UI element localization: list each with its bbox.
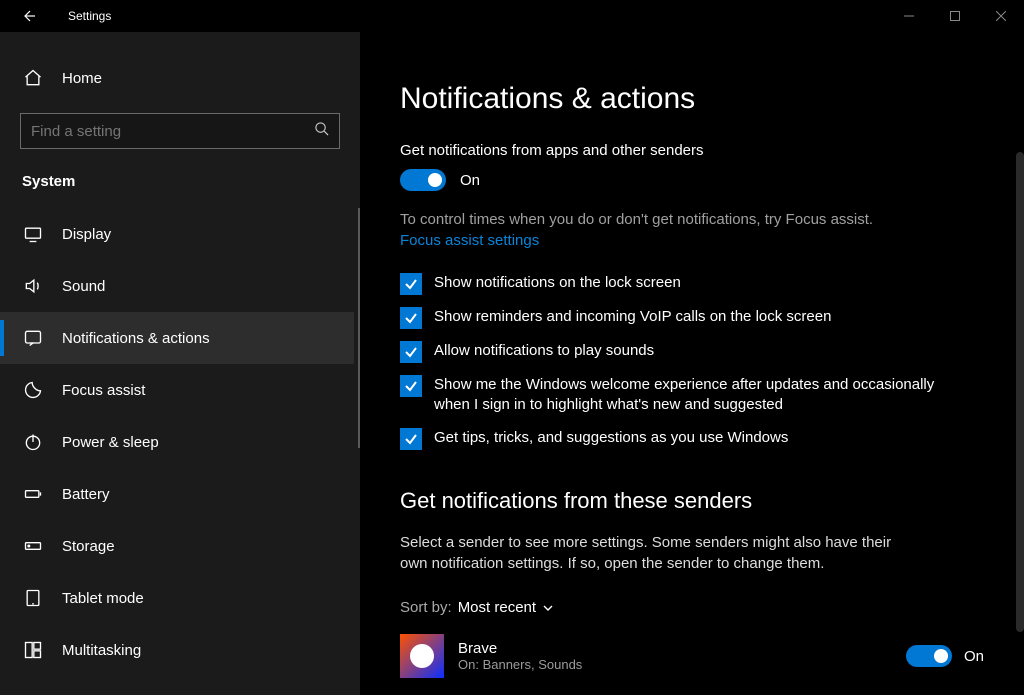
brave-app-icon — [400, 634, 444, 678]
nav-item-label: Sound — [62, 278, 105, 295]
maximize-icon — [950, 11, 960, 21]
window-title: Settings — [48, 9, 111, 23]
sender-toggle-state: On — [964, 648, 984, 665]
back-button[interactable] — [8, 0, 48, 32]
check-lock-screen[interactable]: Show notifications on the lock screen — [400, 273, 940, 295]
page-title: Notifications & actions — [400, 82, 984, 116]
check-list: Show notifications on the lock screen Sh… — [400, 273, 940, 450]
main-toggle-state: On — [460, 172, 480, 189]
check-label: Allow notifications to play sounds — [434, 341, 654, 361]
close-icon — [996, 11, 1006, 21]
checkbox-checked-icon — [400, 428, 422, 450]
battery-icon — [22, 483, 44, 505]
home-label: Home — [62, 70, 102, 87]
main-toggle[interactable] — [400, 169, 446, 191]
check-tips-tricks[interactable]: Get tips, tricks, and suggestions as you… — [400, 428, 940, 450]
sender-subtext: On: Banners, Sounds — [458, 657, 892, 672]
check-welcome-experience[interactable]: Show me the Windows welcome experience a… — [400, 375, 940, 416]
tablet-icon — [22, 587, 44, 609]
checkbox-checked-icon — [400, 341, 422, 363]
nav-item-storage[interactable]: Storage — [0, 520, 354, 572]
nav-item-sound[interactable]: Sound — [0, 260, 354, 312]
nav-item-battery[interactable]: Battery — [0, 468, 354, 520]
close-button[interactable] — [978, 0, 1024, 32]
title-bar: Settings — [0, 0, 1024, 32]
sort-value: Most recent — [458, 599, 554, 616]
nav-item-tablet-mode[interactable]: Tablet mode — [0, 572, 354, 624]
sender-info: Brave On: Banners, Sounds — [458, 640, 892, 672]
check-play-sounds[interactable]: Allow notifications to play sounds — [400, 341, 940, 363]
nav-item-label: Focus assist — [62, 382, 145, 399]
nav-item-label: Storage — [62, 538, 115, 555]
sender-row-brave[interactable]: Brave On: Banners, Sounds On — [400, 634, 984, 678]
display-icon — [22, 223, 44, 245]
nav-item-notifications[interactable]: Notifications & actions — [0, 312, 354, 364]
arrow-left-icon — [20, 8, 36, 24]
check-reminders-voip[interactable]: Show reminders and incoming VoIP calls o… — [400, 307, 940, 329]
search-icon — [314, 121, 329, 141]
checkbox-checked-icon — [400, 307, 422, 329]
window-controls — [886, 0, 1024, 32]
multitasking-icon — [22, 639, 44, 661]
checkbox-checked-icon — [400, 273, 422, 295]
chevron-down-icon — [542, 602, 554, 614]
focus-assist-link[interactable]: Focus assist settings — [400, 232, 984, 249]
nav-item-power-sleep[interactable]: Power & sleep — [0, 416, 354, 468]
main-toggle-row: On — [400, 169, 984, 191]
checkbox-checked-icon — [400, 375, 422, 397]
search-input-wrap[interactable] — [20, 113, 340, 149]
focus-assist-hint: To control times when you do or don't ge… — [400, 209, 984, 230]
sidebar: Home System Display — [0, 32, 360, 695]
check-label: Show reminders and incoming VoIP calls o… — [434, 307, 831, 327]
nav-item-label: Battery — [62, 486, 110, 503]
storage-icon — [22, 535, 44, 557]
home-button[interactable]: Home — [0, 57, 360, 99]
content-area: Notifications & actions Get notification… — [360, 32, 1024, 695]
sound-icon — [22, 275, 44, 297]
sort-label: Sort by: — [400, 599, 452, 616]
nav-item-multitasking[interactable]: Multitasking — [0, 624, 354, 676]
nav-list: Display Sound Notifications & actions — [0, 208, 354, 676]
power-icon — [22, 431, 44, 453]
sender-toggle-group: On — [906, 645, 984, 667]
content-scrollbar[interactable] — [1016, 152, 1024, 632]
nav-item-label: Notifications & actions — [62, 330, 210, 347]
nav-item-label: Display — [62, 226, 111, 243]
check-label: Show notifications on the lock screen — [434, 273, 681, 293]
check-label: Show me the Windows welcome experience a… — [434, 375, 940, 416]
check-label: Get tips, tricks, and suggestions as you… — [434, 428, 788, 448]
sender-name: Brave — [458, 640, 892, 657]
maximize-button[interactable] — [932, 0, 978, 32]
nav-item-focus-assist[interactable]: Focus assist — [0, 364, 354, 416]
home-icon — [22, 67, 44, 89]
nav-item-label: Multitasking — [62, 642, 141, 659]
nav-item-label: Tablet mode — [62, 590, 144, 607]
notifications-icon — [22, 327, 44, 349]
nav-item-display[interactable]: Display — [0, 208, 354, 260]
sort-by-dropdown[interactable]: Sort by: Most recent — [400, 599, 984, 616]
minimize-icon — [904, 11, 914, 21]
senders-heading: Get notifications from these senders — [400, 488, 984, 514]
senders-description: Select a sender to see more settings. So… — [400, 532, 920, 576]
sender-toggle[interactable] — [906, 645, 952, 667]
search-input[interactable] — [31, 123, 314, 140]
focus-assist-icon — [22, 379, 44, 401]
main-toggle-label: Get notifications from apps and other se… — [400, 142, 984, 159]
minimize-button[interactable] — [886, 0, 932, 32]
nav-item-label: Power & sleep — [62, 434, 159, 451]
section-label: System — [0, 149, 360, 208]
